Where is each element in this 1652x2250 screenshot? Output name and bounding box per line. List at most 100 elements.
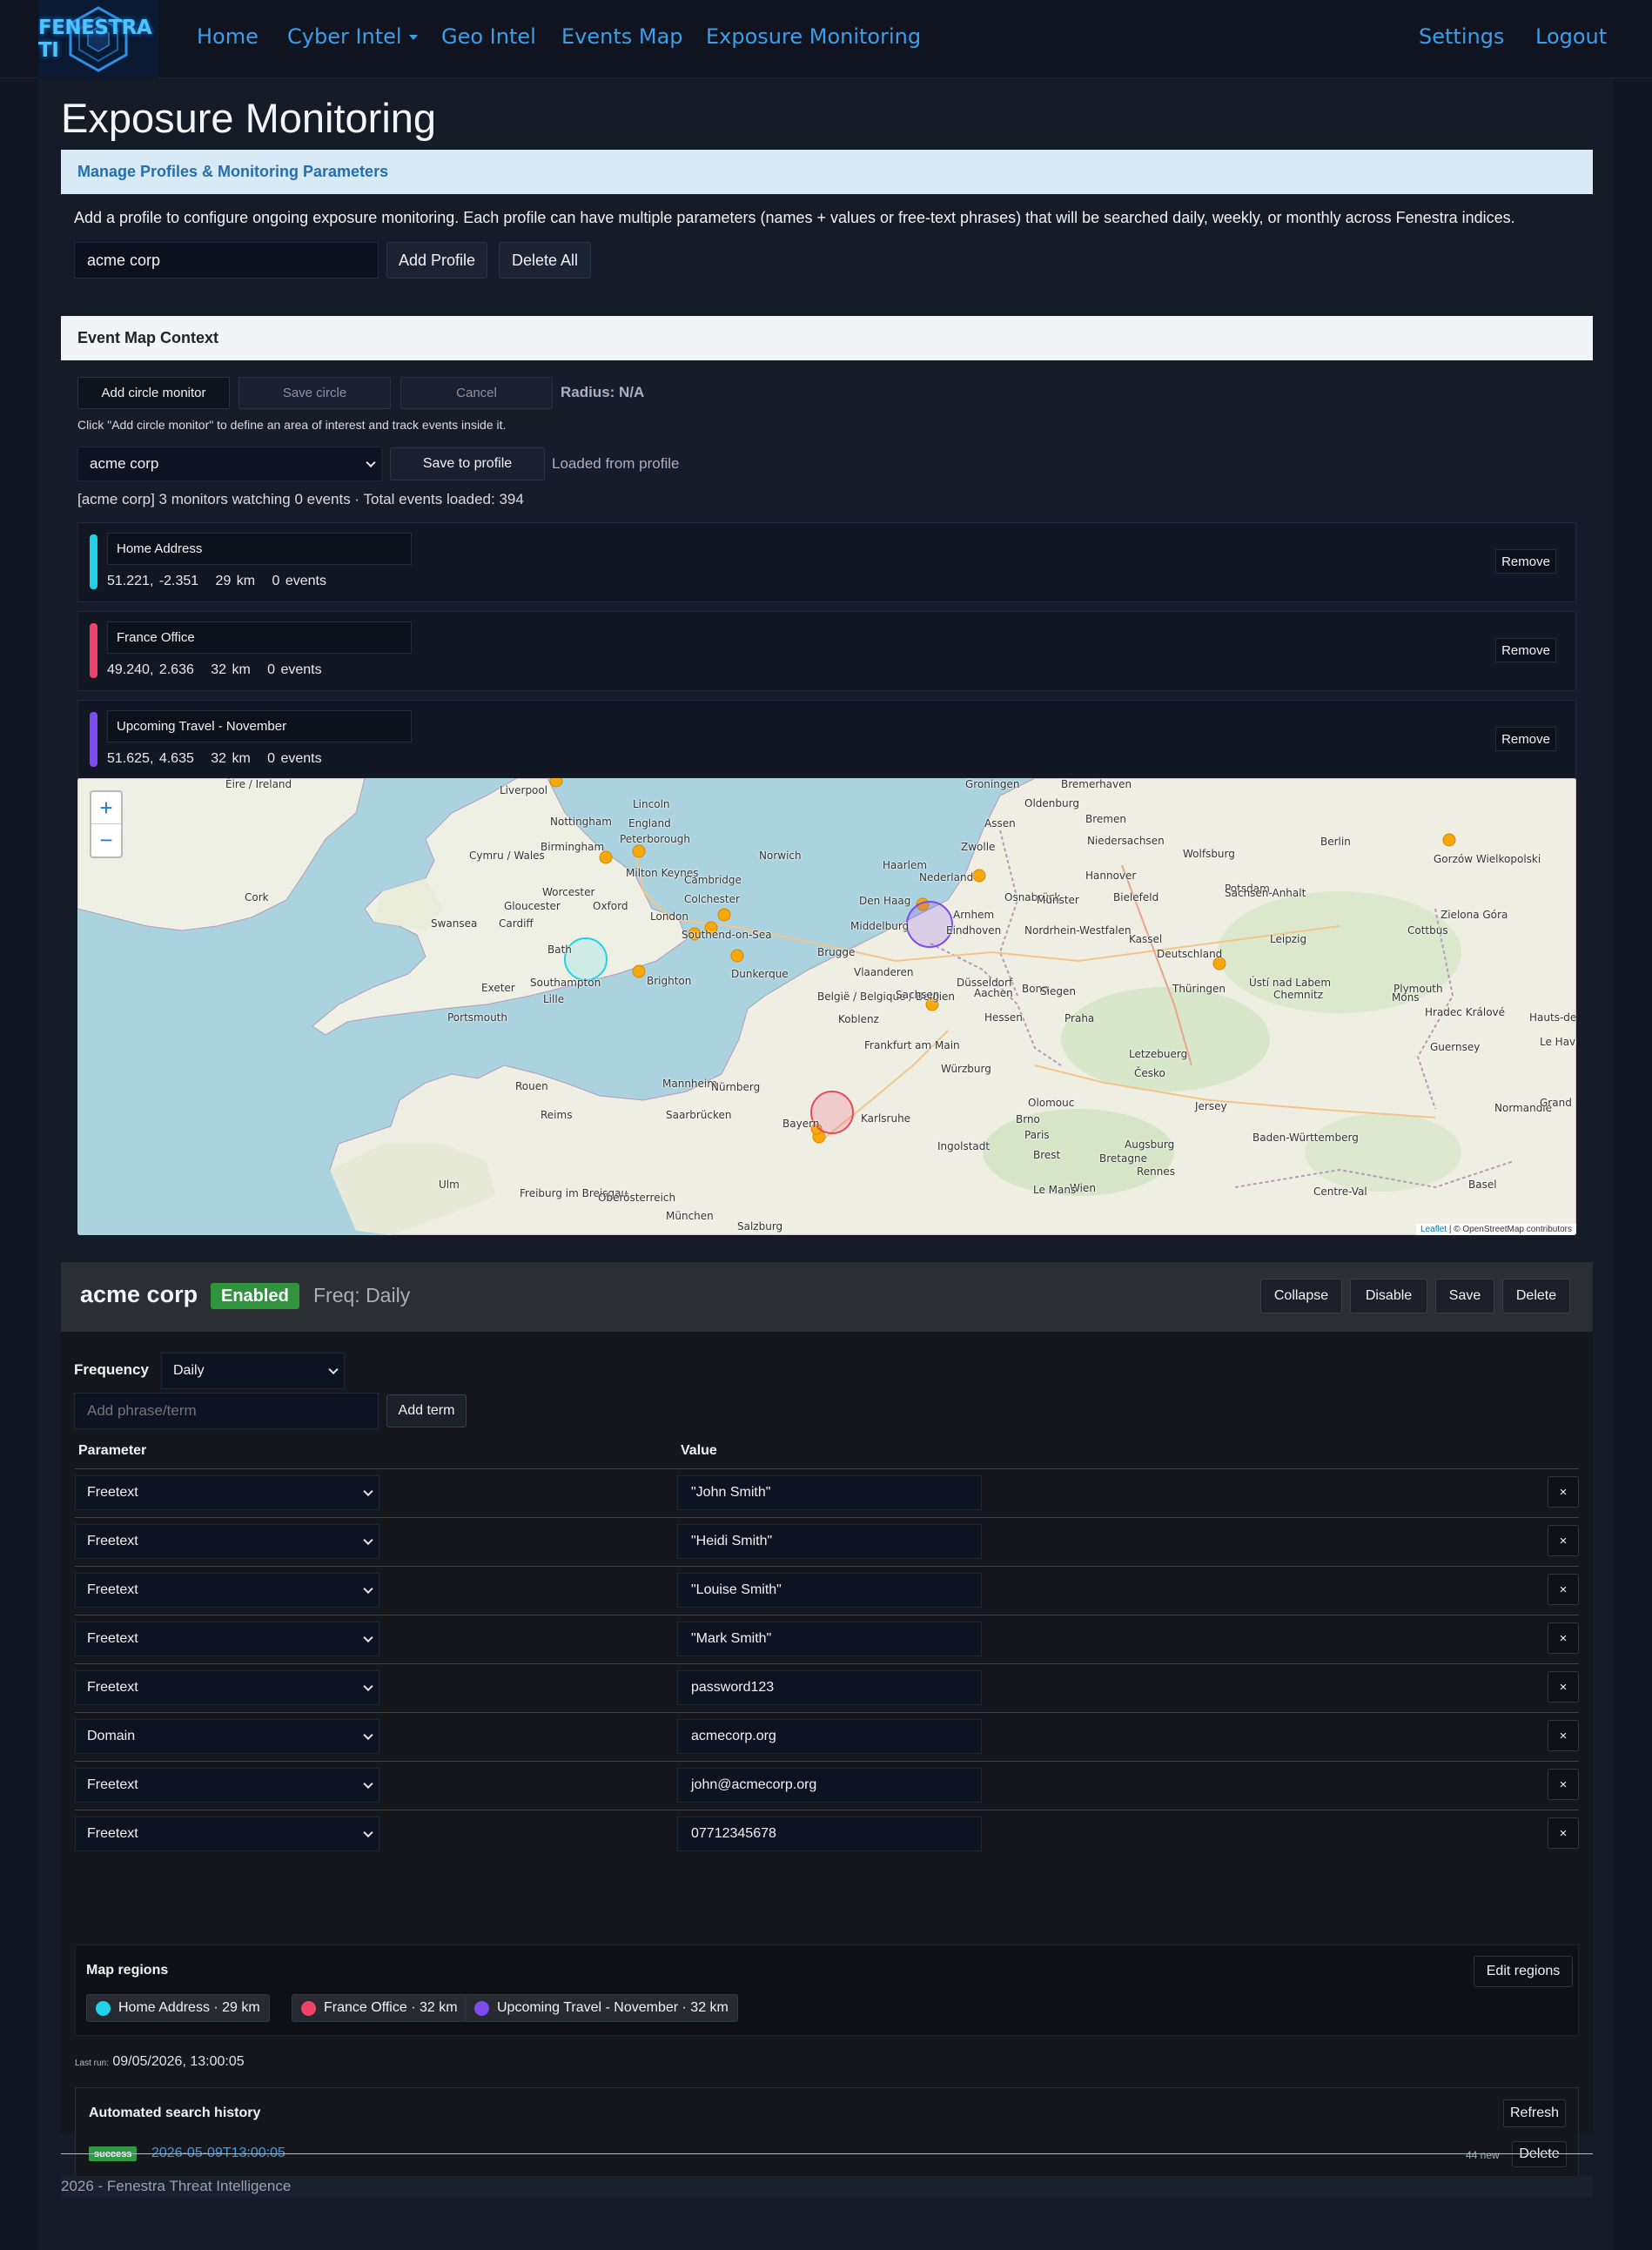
- parameter-row: Freetext john@acmecorp.org ×: [75, 1761, 1579, 1810]
- map-place-label: Cork: [245, 891, 269, 903]
- cancel-circle-button[interactable]: Cancel: [400, 377, 553, 409]
- parameter-type-value: Freetext: [87, 1826, 138, 1841]
- map-place-label: Koblenz: [838, 1013, 879, 1025]
- leaflet-link[interactable]: Leaflet: [1420, 1225, 1447, 1234]
- parameter-type-select[interactable]: Freetext: [75, 1573, 379, 1608]
- map-place-label: Ulm: [439, 1179, 460, 1191]
- map-place-label: Jersey: [1195, 1100, 1227, 1112]
- map-place-label: Wolfsburg: [1183, 848, 1235, 860]
- map-place-label: Mannheim: [662, 1078, 717, 1090]
- map-place-label: Cymru / Wales: [469, 850, 545, 862]
- remove-parameter-button[interactable]: ×: [1548, 1525, 1579, 1556]
- caret-down-icon: [408, 35, 418, 40]
- frequency-select-value: Daily: [173, 1363, 205, 1378]
- parameter-row: Freetext 07712345678 ×: [75, 1810, 1579, 1858]
- monitor-name-input[interactable]: Home Address: [107, 533, 412, 565]
- map-place-label: Karlsruhe: [861, 1112, 911, 1125]
- footer-divider: [61, 2153, 1593, 2154]
- monitor-meta: 51.221, -2.351 29 km 0 events: [107, 574, 326, 589]
- parameter-type-select[interactable]: Freetext: [75, 1817, 379, 1851]
- remove-parameter-button[interactable]: ×: [1548, 1817, 1579, 1849]
- map-place-label: Salzburg: [737, 1220, 783, 1232]
- zoom-in-button[interactable]: +: [91, 792, 121, 824]
- save-circle-button[interactable]: Save circle: [238, 377, 391, 409]
- remove-monitor-button[interactable]: Remove: [1495, 549, 1556, 574]
- parameter-value-input[interactable]: "Heidi Smith": [677, 1524, 982, 1559]
- nav-logout[interactable]: Logout: [1535, 24, 1607, 49]
- map-place-label: Würzburg: [941, 1063, 991, 1075]
- parameter-type-value: Freetext: [87, 1582, 138, 1597]
- region-color-dot: [474, 2000, 489, 2016]
- parameter-value-input[interactable]: "John Smith": [677, 1475, 982, 1510]
- remove-parameter-button[interactable]: ×: [1548, 1476, 1579, 1508]
- remove-parameter-button[interactable]: ×: [1548, 1622, 1579, 1654]
- remove-parameter-button[interactable]: ×: [1548, 1720, 1579, 1751]
- map-place-label: Lille: [543, 993, 565, 1005]
- parameter-type-select[interactable]: Freetext: [75, 1524, 379, 1559]
- nav-exposure-monitoring[interactable]: Exposure Monitoring: [706, 24, 921, 49]
- map-place-label: Rennes: [1137, 1165, 1176, 1178]
- event-map[interactable]: Éire / Ireland Liverpool Groningen Bremerha…: [77, 778, 1576, 1235]
- monitor-coords: 51.625, 4.635: [107, 751, 194, 766]
- zoom-out-button[interactable]: −: [91, 824, 121, 856]
- nav-geo-intel[interactable]: Geo Intel: [441, 24, 536, 49]
- parameter-type-select[interactable]: Freetext: [75, 1622, 379, 1656]
- remove-parameter-button[interactable]: ×: [1548, 1769, 1579, 1800]
- parameter-value-input[interactable]: password123: [677, 1670, 982, 1705]
- save-to-profile-button[interactable]: Save to profile: [390, 447, 545, 480]
- map-place-label: Groningen: [965, 778, 1020, 790]
- delete-profile-button[interactable]: Delete: [1502, 1279, 1570, 1313]
- map-place-label: Bielefeld: [1113, 891, 1159, 903]
- parameter-value-input[interactable]: "Louise Smith": [677, 1573, 982, 1608]
- collapse-button[interactable]: Collapse: [1260, 1279, 1342, 1313]
- add-term-input[interactable]: [74, 1393, 379, 1429]
- remove-monitor-button[interactable]: Remove: [1495, 727, 1556, 751]
- profile-name-input[interactable]: [74, 242, 379, 279]
- last-run: Last run: 09/05/2026, 13:00:05: [75, 2054, 245, 2070]
- disable-button[interactable]: Disable: [1350, 1279, 1427, 1313]
- parameter-value-input[interactable]: "Mark Smith": [677, 1622, 982, 1656]
- nav-events-map[interactable]: Events Map: [561, 24, 683, 49]
- monitor-name-input[interactable]: Upcoming Travel - November: [107, 710, 412, 742]
- parameter-value-input[interactable]: acmecorp.org: [677, 1719, 982, 1754]
- frequency-select[interactable]: Daily: [161, 1353, 345, 1389]
- brand-name: FENESTRA TI: [38, 17, 152, 62]
- map-place-label: Sachsen: [896, 989, 940, 1001]
- map-place-label: Münster: [1037, 894, 1079, 906]
- monitor-profile-select[interactable]: acme corp: [77, 447, 382, 481]
- remove-parameter-button[interactable]: ×: [1548, 1574, 1579, 1605]
- parameter-type-select[interactable]: Domain: [75, 1719, 379, 1754]
- save-button[interactable]: Save: [1435, 1279, 1494, 1313]
- map-place-label: Paris: [1024, 1129, 1050, 1141]
- value-column-header: Value: [681, 1443, 717, 1458]
- nav-cyber-intel[interactable]: Cyber Intel: [287, 24, 418, 49]
- add-profile-button[interactable]: Add Profile: [386, 242, 487, 279]
- chevron-down-icon: [363, 1632, 373, 1643]
- parameter-type-select[interactable]: Freetext: [75, 1475, 379, 1510]
- parameter-type-select[interactable]: Freetext: [75, 1670, 379, 1705]
- add-term-button[interactable]: Add term: [386, 1394, 467, 1427]
- monitor-name-input[interactable]: France Office: [107, 621, 412, 654]
- map-place-label: Mons: [1392, 991, 1420, 1004]
- manage-profiles-header: Manage Profiles & Monitoring Parameters: [61, 150, 1593, 194]
- monitor-color-bar: [90, 623, 97, 678]
- brand-logo[interactable]: FENESTRA TI: [38, 0, 158, 78]
- refresh-history-button[interactable]: Refresh: [1503, 2099, 1566, 2127]
- delete-run-button[interactable]: Delete: [1512, 2141, 1567, 2167]
- edit-regions-button[interactable]: Edit regions: [1474, 1956, 1573, 1987]
- nav-home[interactable]: Home: [197, 24, 259, 49]
- delete-all-button[interactable]: Delete All: [499, 242, 591, 279]
- map-place-label: Haarlem: [883, 859, 928, 871]
- event-map-panel: Event Map Context Add circle monitor Sav…: [61, 316, 1593, 1235]
- remove-monitor-button[interactable]: Remove: [1495, 638, 1556, 662]
- remove-parameter-button[interactable]: ×: [1548, 1671, 1579, 1703]
- parameter-value-input[interactable]: john@acmecorp.org: [677, 1768, 982, 1803]
- add-circle-monitor-button[interactable]: Add circle monitor: [77, 377, 230, 409]
- monitor-coords: 49.240, 2.636: [107, 662, 194, 677]
- parameter-type-value: Domain: [87, 1729, 136, 1743]
- map-place-label: Worcester: [542, 886, 595, 898]
- parameter-type-select[interactable]: Freetext: [75, 1768, 379, 1803]
- parameter-value-input[interactable]: 07712345678: [677, 1817, 982, 1851]
- map-place-label: Bayern: [782, 1118, 820, 1130]
- nav-settings[interactable]: Settings: [1419, 24, 1504, 49]
